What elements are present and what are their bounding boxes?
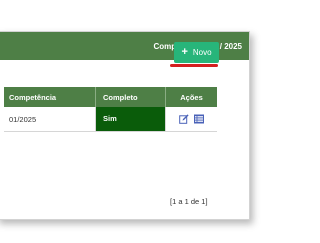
table-header-row: Competência Completo Ações <box>4 87 249 107</box>
pagination-info: [1 a 1 de 1] <box>170 197 208 206</box>
column-header-competencia: Competência <box>4 87 96 107</box>
cell-completo: Sim <box>96 107 166 132</box>
table-row: 01/2025 Sim <box>4 107 249 132</box>
column-header-acoes: Ações <box>166 87 217 107</box>
novo-button-label: Novo <box>192 48 212 57</box>
competencia-table: Competência Completo Ações 01/2025 Sim <box>4 87 249 132</box>
column-header-completo: Completo <box>96 87 166 107</box>
edit-icon[interactable] <box>179 114 189 124</box>
novo-button[interactable]: + Novo <box>174 42 219 63</box>
red-underline-annotation <box>170 64 218 67</box>
list-icon[interactable] <box>194 114 204 124</box>
page: Competência: 03 / 2025 + Novo Competênci… <box>0 0 260 243</box>
cell-acoes <box>166 107 217 132</box>
plus-icon: + <box>181 46 188 58</box>
cell-competencia: 01/2025 <box>4 107 96 132</box>
